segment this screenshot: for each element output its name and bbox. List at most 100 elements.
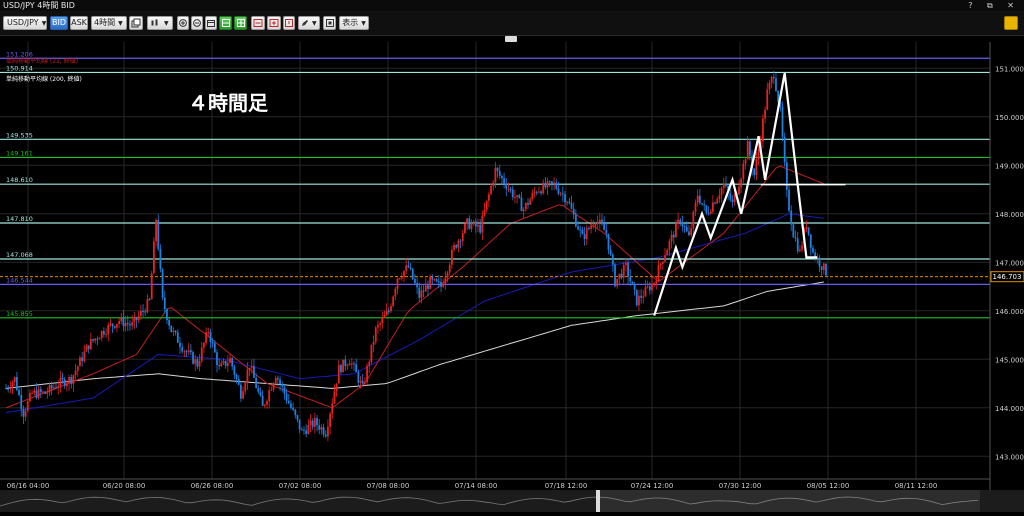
candle-body [281, 383, 284, 387]
candle-body [250, 366, 253, 368]
navigator-scrollbar[interactable] [0, 490, 1024, 512]
candle-body [644, 286, 647, 297]
candle-body [733, 193, 736, 202]
candle-body [224, 360, 227, 366]
candle [192, 350, 194, 365]
candle-body [235, 374, 238, 379]
grid-button[interactable] [234, 16, 247, 30]
candle-body [738, 187, 740, 195]
candle-body [501, 175, 503, 179]
candle-body [355, 364, 358, 373]
candle-body [246, 369, 249, 384]
candle-body [83, 351, 86, 362]
candlestick-chart[interactable]: 151.000 150.000 149.000 148.000 147.000 146.0… [0, 42, 1024, 490]
candle-body [709, 211, 712, 214]
candle-body [540, 191, 542, 194]
symbol-select[interactable]: USD/JPY ▼ [3, 16, 47, 30]
x-tick-label: 07/18 12:00 [545, 482, 588, 490]
candle-body [666, 249, 669, 256]
timeframe-select[interactable]: 4時間 ▼ [91, 16, 127, 30]
candle-body [172, 330, 175, 332]
window-button[interactable] [323, 16, 336, 30]
candle-body [818, 257, 821, 267]
candle-body [189, 350, 192, 353]
price-level-label: 146.544 [6, 276, 33, 284]
settings-gear-icon[interactable] [1004, 16, 1018, 30]
candle-body [598, 219, 601, 222]
candle-body [529, 199, 532, 205]
ask-toggle[interactable]: ASK [70, 16, 88, 30]
candle-body [316, 418, 318, 426]
candle-body [211, 341, 214, 344]
copy-chart-button[interactable] [129, 16, 143, 30]
candle-body [139, 311, 142, 317]
bid-toggle[interactable]: BID [50, 16, 68, 30]
calendar-button[interactable] [205, 16, 217, 30]
zoom-out-button[interactable] [191, 16, 203, 30]
candle-body [781, 106, 784, 137]
candle-body [366, 365, 368, 383]
candle-body [303, 429, 305, 431]
candle-body [520, 197, 523, 212]
candle-body [574, 214, 577, 227]
window-controls[interactable]: ? ⧉ ✕ [968, 0, 1020, 11]
candle-body [340, 365, 342, 373]
candle-body [518, 195, 521, 198]
candle-body [24, 411, 27, 417]
x-tick-label: 06/16 04:00 [7, 482, 50, 490]
candle-body [266, 401, 268, 405]
y-tick-label: 147.000 [995, 259, 1024, 267]
candle-body [13, 377, 16, 383]
candle-body [716, 198, 719, 204]
draw-tool-select[interactable]: ▼ [298, 16, 320, 30]
candle-body [622, 264, 625, 278]
zoom-in-button[interactable] [177, 16, 189, 30]
grid-icon [236, 19, 245, 27]
candle [370, 344, 373, 365]
candle-body [33, 390, 36, 393]
candle-body [646, 286, 649, 288]
candle-body [685, 226, 688, 232]
candle-body [468, 218, 471, 229]
candle-body [5, 388, 7, 390]
candle-body [744, 159, 747, 164]
candle-body [187, 350, 190, 353]
candle-body [155, 219, 157, 242]
candle-body [122, 316, 125, 327]
candle-body [496, 167, 499, 171]
candle-body [407, 265, 410, 268]
candle-body [661, 261, 664, 264]
position-icon [269, 19, 279, 27]
candle-body [642, 296, 645, 298]
candle-body [270, 389, 273, 391]
layout-button[interactable] [219, 16, 232, 30]
position-button[interactable] [267, 16, 281, 30]
candle-body [653, 283, 656, 285]
candle-body [464, 223, 466, 234]
candle-body [26, 401, 29, 412]
candle-body [675, 223, 677, 238]
candle-body [268, 390, 271, 402]
candle-body [22, 408, 25, 417]
candle-body [790, 210, 793, 225]
candle-body [68, 376, 70, 384]
x-tick-label: 07/14 08:00 [455, 482, 498, 490]
display-menu[interactable]: 表示 ▼ [339, 16, 369, 30]
price-level-label: 150.914 [6, 64, 33, 72]
alert-button[interactable] [283, 16, 295, 30]
candle-body [731, 199, 734, 202]
chart-type-select[interactable]: ▼ [147, 16, 173, 30]
candle-body [298, 419, 301, 430]
candle-body [174, 330, 177, 333]
navigator-window [600, 490, 980, 512]
candle [635, 289, 638, 307]
current-price-marker: 146.703 [990, 271, 1024, 283]
candle-body [337, 365, 340, 384]
candle-body [379, 323, 382, 325]
candle-body [166, 309, 168, 321]
display-label: 表示 [342, 18, 359, 27]
candle-body [659, 263, 662, 266]
candle-body [346, 365, 349, 367]
candle-body [85, 345, 88, 352]
order-button[interactable] [251, 16, 265, 30]
